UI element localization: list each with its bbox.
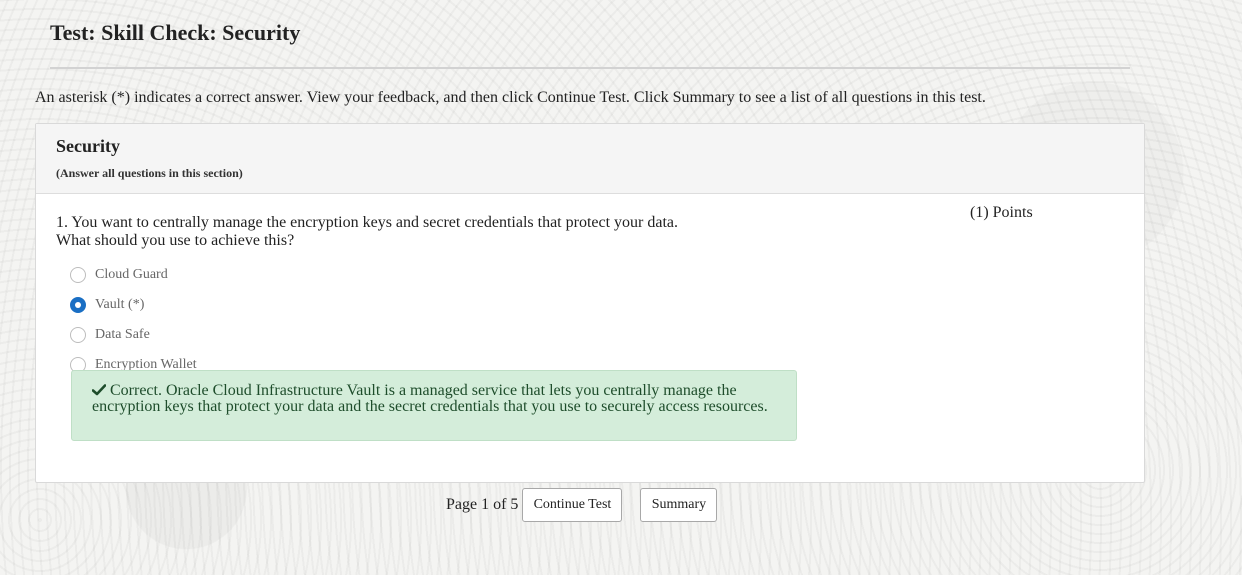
- option-label: Vault (*): [95, 297, 145, 312]
- radio-button[interactable]: [70, 327, 86, 343]
- option-vault[interactable]: Vault (*): [70, 290, 197, 320]
- answer-options: Cloud Guard Vault (*) Data Safe Encrypti…: [70, 260, 197, 380]
- option-label: Cloud Guard: [95, 267, 168, 282]
- question-points: (1) Points: [970, 204, 1033, 221]
- continue-test-button[interactable]: Continue Test: [522, 488, 623, 522]
- option-label: Data Safe: [95, 327, 150, 342]
- summary-button[interactable]: Summary: [640, 488, 718, 522]
- section-panel: Security (Answer all questions in this s…: [35, 123, 1145, 483]
- page-indicator: Page 1 of 5: [446, 496, 519, 513]
- check-icon: [92, 384, 106, 396]
- radio-button[interactable]: [70, 267, 86, 283]
- section-header: Security (Answer all questions in this s…: [36, 124, 1144, 194]
- question-line-1: 1. You want to centrally manage the encr…: [56, 214, 679, 231]
- option-cloud-guard[interactable]: Cloud Guard: [70, 260, 197, 290]
- radio-button-selected[interactable]: [70, 297, 86, 313]
- feedback-box: Correct. Oracle Cloud Infrastructure Vau…: [71, 370, 797, 441]
- option-data-safe[interactable]: Data Safe: [70, 320, 197, 350]
- instructions-text: An asterisk (*) indicates a correct answ…: [35, 89, 986, 106]
- section-note: (Answer all questions in this section): [56, 166, 243, 180]
- question-text: 1. You want to centrally manage the encr…: [56, 214, 756, 250]
- page-title: Test: Skill Check: Security: [50, 20, 301, 45]
- footer-navigation: Page 1 of 5 Continue Test Summary: [446, 488, 718, 522]
- title-divider: [50, 67, 1130, 69]
- feedback-text: Correct. Oracle Cloud Infrastructure Vau…: [92, 382, 768, 415]
- question-line-2: What should you use to achieve this?: [56, 232, 295, 249]
- section-title: Security: [56, 136, 120, 156]
